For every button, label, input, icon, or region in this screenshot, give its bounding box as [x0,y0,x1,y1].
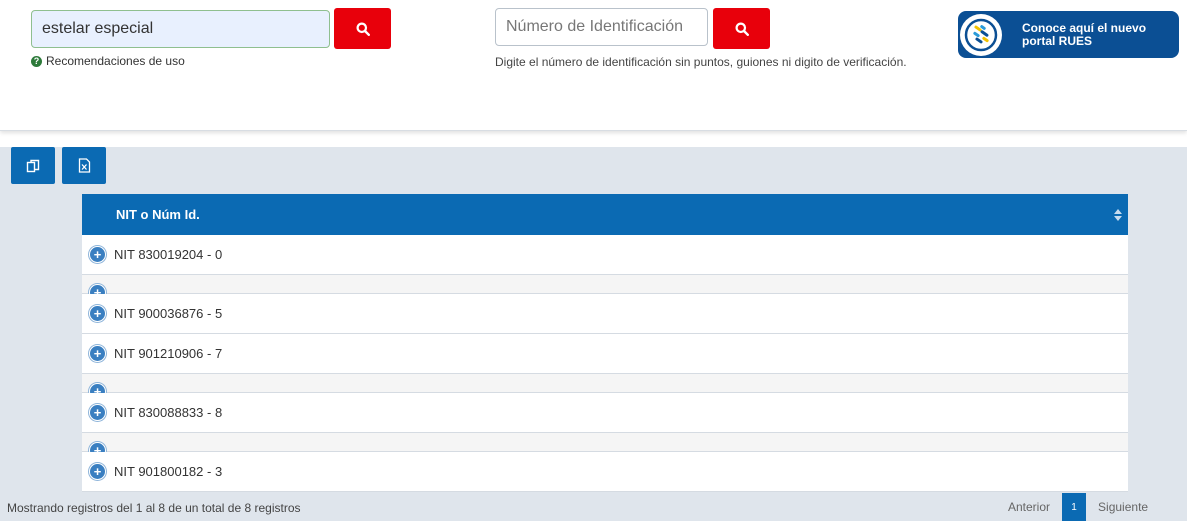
row-nit: NIT 900036876 - 5 [114,306,223,321]
expand-icon[interactable]: + [90,306,105,321]
id-search-button[interactable] [713,8,770,49]
excel-icon [78,158,90,173]
page-1-button[interactable]: 1 [1062,493,1087,521]
expand-icon[interactable]: + [90,405,105,420]
previous-page-button[interactable]: Anterior [1008,500,1050,514]
column-header-nit[interactable]: NIT o Núm Id. [82,194,1128,235]
usage-recommendations-link[interactable]: ? Recomendaciones de uso [31,54,185,68]
table-row[interactable]: + NIT 901800182 - 3 [82,452,1128,492]
column-header-label: NIT o Núm Id. [116,207,200,222]
banner-text: Conoce aquí el nuevo portal RUES [1022,20,1147,48]
search-icon [356,22,370,36]
expand-icon[interactable]: + [90,464,105,479]
export-excel-button[interactable] [62,147,106,184]
expand-icon[interactable]: + [90,346,105,361]
row-nit: NIT 901800182 - 3 [114,464,223,479]
row-nit: NIT 901210906 - 7 [114,346,223,361]
company-name-input[interactable] [31,10,330,48]
table-row-detail: + [82,374,1128,399]
results-table: NIT o Núm Id. + NIT 830019204 - 0 + + NI… [82,194,1128,492]
table-row[interactable]: + NIT 901210906 - 7 [82,334,1128,374]
banner-line-2: portal RUES [1022,33,1093,48]
table-row-detail: + [82,433,1128,458]
usage-recommendations-label: Recomendaciones de uso [46,54,185,68]
banner-line-1: Conoce aquí el nuevo [1022,20,1147,35]
row-nit: NIT 830088833 - 8 [114,405,223,420]
row-nit: NIT 830019204 - 0 [114,247,223,262]
new-rues-portal-banner[interactable]: Conoce aquí el nuevo portal RUES [958,11,1179,58]
search-icon [735,22,749,36]
rues-logo-icon [960,13,1002,56]
id-help-text: Digite el número de identificación sin p… [495,55,907,69]
table-row[interactable]: + NIT 830088833 - 8 [82,393,1128,433]
table-row[interactable]: + NIT 900036876 - 5 [82,294,1128,334]
search-panel: ? Recomendaciones de uso Digite el númer… [0,0,1187,131]
help-icon: ? [31,55,42,67]
name-search-button[interactable] [334,8,391,49]
table-row[interactable]: + NIT 830019204 - 0 [82,235,1128,275]
table-row-detail: + [82,275,1128,300]
pagination: Anterior 1 Siguiente [1008,493,1148,521]
expand-icon[interactable]: + [90,247,105,262]
copy-button[interactable] [11,147,55,184]
id-number-input[interactable] [495,8,708,46]
copy-icon [26,159,40,172]
next-page-button[interactable]: Siguiente [1098,500,1148,514]
records-summary: Mostrando registros del 1 al 8 de un tot… [7,501,301,515]
sort-icon [1114,208,1122,221]
